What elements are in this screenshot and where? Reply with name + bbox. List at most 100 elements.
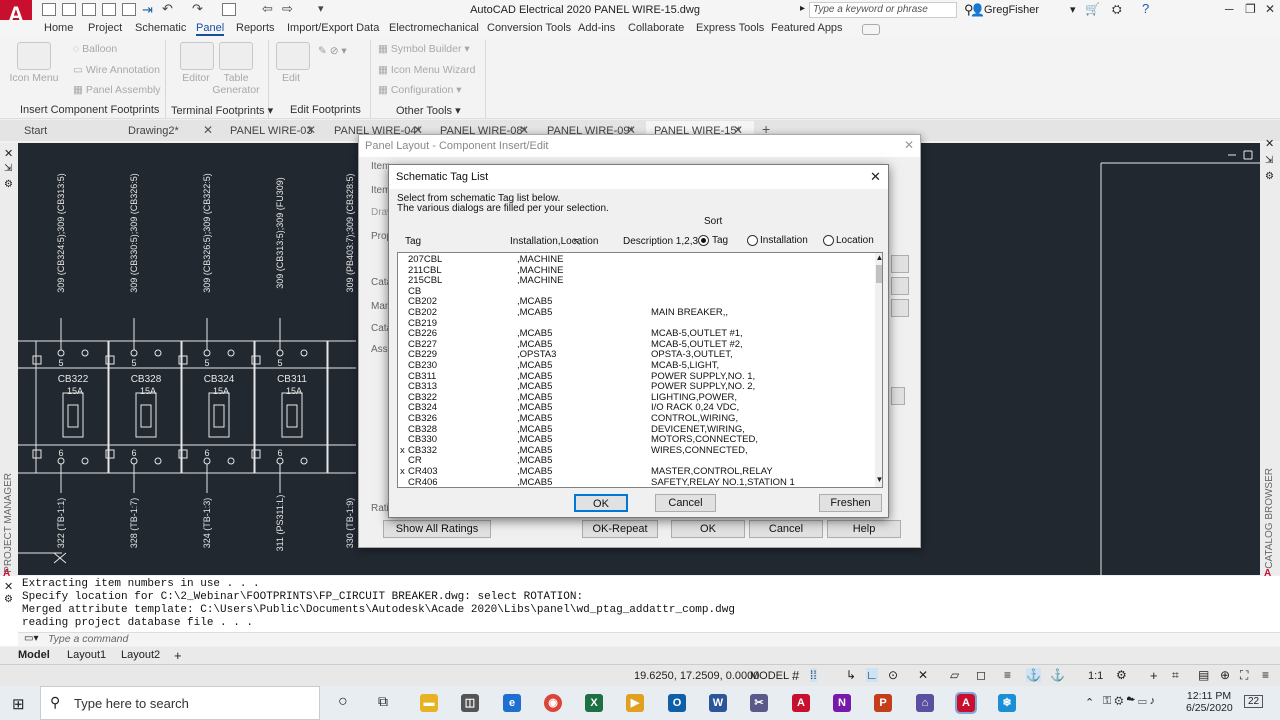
workspace-gear-icon[interactable]: ⚙ bbox=[1116, 668, 1127, 682]
open-file-icon[interactable] bbox=[62, 3, 76, 16]
tab-collaborate[interactable]: Collaborate bbox=[628, 22, 684, 34]
notification-badge[interactable]: 22 bbox=[1244, 695, 1264, 708]
tray-icons[interactable]: ⚿ ⚙ ☁ ▭ ♪ bbox=[1103, 695, 1155, 708]
parent-help-button[interactable]: Help bbox=[827, 520, 901, 538]
isolate-icon[interactable]: ⊕ bbox=[1220, 668, 1230, 682]
column-header-installation-location[interactable]: Installation,Location bbox=[510, 236, 598, 247]
polar-icon[interactable]: ⊙ bbox=[888, 668, 898, 682]
panel-label-edit-footprints[interactable]: Edit Footprints bbox=[290, 104, 361, 116]
tag-list-row[interactable]: CB311 ,MCAB5 POWER SUPPLY,NO. 1, bbox=[398, 371, 868, 383]
annotation-scale[interactable]: 1:1 bbox=[1088, 670, 1103, 682]
palette-settings-icon[interactable]: ⚙ bbox=[4, 179, 13, 190]
tag-ok-button[interactable]: OK bbox=[574, 494, 628, 512]
close-window-button[interactable]: ✕ bbox=[1265, 2, 1275, 16]
cloud-open-icon[interactable] bbox=[122, 3, 136, 16]
parent-field[interactable] bbox=[891, 255, 909, 273]
file-tab-start[interactable]: Start bbox=[16, 121, 116, 140]
sort-installation-radio[interactable] bbox=[747, 235, 758, 246]
infer-icon[interactable]: ↳ bbox=[846, 668, 856, 682]
palette-close-icon[interactable]: ✕ bbox=[1265, 137, 1274, 150]
units-icon[interactable]: ⌗ bbox=[1172, 668, 1179, 683]
command-prompt-icon[interactable]: ▭▾ bbox=[24, 633, 38, 644]
a360-icon[interactable]: ⛭ bbox=[1112, 2, 1122, 17]
layout-tab-layout2[interactable]: Layout2 bbox=[121, 649, 160, 661]
command-close-icon[interactable]: ✕ bbox=[4, 580, 13, 593]
teams-icon[interactable]: ⌂ bbox=[916, 694, 934, 712]
tab-electromechanical[interactable]: Electromechanical bbox=[389, 22, 479, 34]
coordinates-readout[interactable]: 19.6250, 17.2509, 0.0000 bbox=[634, 670, 759, 682]
forward-icon[interactable]: ⇨ bbox=[282, 1, 293, 17]
autocad-taskbar-icon[interactable]: A bbox=[955, 692, 977, 714]
outlook-icon[interactable]: O bbox=[668, 694, 686, 712]
tag-list-row[interactable]: CB219 bbox=[398, 318, 868, 330]
quick-properties-icon[interactable]: ▤ bbox=[1198, 668, 1209, 682]
tab-import-export-data[interactable]: Import/Export Data bbox=[287, 22, 379, 34]
task-view-icon[interactable]: ⧉ bbox=[378, 693, 388, 710]
annotation-visibility-icon[interactable]: ⚓ bbox=[1026, 668, 1041, 682]
tag-list-row[interactable]: CB202 ,MCAB5 MAIN BREAKER,, bbox=[398, 307, 868, 319]
scroll-thumb[interactable] bbox=[876, 265, 882, 283]
panel-label-other-tools[interactable]: Other Tools ▾ bbox=[396, 104, 461, 117]
save-icon[interactable] bbox=[82, 3, 96, 16]
tag-list-row[interactable]: CB313 ,MCAB5 POWER SUPPLY,NO. 2, bbox=[398, 382, 868, 393]
tag-list-row[interactable]: 215CBL ,MACHINE bbox=[398, 276, 868, 287]
catalog-browser-label[interactable]: CATALOG BROWSER bbox=[1264, 468, 1275, 569]
editor-button[interactable]: Editor bbox=[178, 72, 214, 84]
save-as-icon[interactable] bbox=[102, 3, 116, 16]
undo-icon[interactable]: ↶ bbox=[162, 1, 173, 17]
icon-menu-button[interactable]: Icon Menu bbox=[8, 72, 60, 84]
tab-conversion-tools[interactable]: Conversion Tools bbox=[487, 22, 571, 34]
media-icon[interactable]: ▶ bbox=[626, 694, 644, 712]
user-dropdown-icon[interactable]: ▾ bbox=[1070, 3, 1076, 16]
parent-close-icon[interactable]: ✕ bbox=[904, 138, 914, 152]
tab-express-tools[interactable]: Express Tools bbox=[696, 22, 764, 34]
close-tab-icon[interactable]: ✕ bbox=[306, 123, 316, 137]
store-icon[interactable]: ◫ bbox=[461, 694, 479, 712]
plot-icon[interactable] bbox=[222, 3, 236, 16]
tag-list-row[interactable]: CB330 ,MCAB5 MOTORS,CONNECTED, bbox=[398, 435, 868, 446]
tag-list-row[interactable]: CB322 ,MCAB5 LIGHTING,POWER, bbox=[398, 392, 868, 404]
icon-menu-icon[interactable] bbox=[17, 42, 51, 70]
tag-list[interactable]: 207CBL ,MACHINE 211CBL ,MACHINE 215CBL ,MACHI… bbox=[397, 252, 883, 488]
tag-list-row[interactable]: x CB332 ,MCAB5 WIRES,CONNECTED, bbox=[398, 445, 868, 457]
tag-list-row[interactable]: CB226 ,MCAB5 MCAB-5,OUTLET #1, bbox=[398, 329, 868, 340]
table-generator-icon[interactable] bbox=[219, 42, 253, 70]
grid-icon[interactable]: # bbox=[792, 668, 799, 683]
cart-icon[interactable]: 🛒 bbox=[1085, 2, 1100, 16]
annotation-monitor-icon[interactable]: + bbox=[1150, 668, 1158, 683]
symbol-builder-button[interactable]: ▦ Symbol Builder ▾ bbox=[378, 43, 470, 55]
tab-add-ins[interactable]: Add-ins bbox=[578, 22, 615, 34]
file-explorer-icon[interactable]: ▬ bbox=[420, 694, 438, 712]
qat-dropdown-icon[interactable]: ▾ bbox=[318, 2, 324, 15]
palette-pin-icon[interactable]: ⇲ bbox=[4, 163, 12, 174]
tab-panel[interactable]: Panel bbox=[196, 22, 225, 36]
taskbar-search-input[interactable]: Type here to search bbox=[40, 686, 320, 720]
user-name[interactable]: GregFisher bbox=[984, 4, 1039, 16]
tag-list-row[interactable]: CB202 ,MCAB5 bbox=[398, 297, 868, 308]
tag-list-row[interactable]: CR406 ,MCAB5 SAFETY,RELAY NO.1,STATION 1 bbox=[398, 477, 868, 487]
ortho-icon[interactable]: ∟ bbox=[866, 668, 878, 682]
editor-icon[interactable] bbox=[180, 42, 214, 70]
tag-list-row[interactable]: CB229 ,OPSTA3 OPSTA-3,OUTLET, bbox=[398, 350, 868, 361]
scroll-down-icon[interactable]: ▼ bbox=[875, 475, 882, 485]
sort-tag-radio[interactable] bbox=[698, 235, 709, 246]
restore-button[interactable]: ❐ bbox=[1245, 2, 1256, 16]
edit-tools-icons[interactable]: ✎ ⊘ ▾ bbox=[318, 45, 347, 57]
tag-list-row[interactable]: x CR403 ,MCAB5 MASTER,CONTROL,RELAY bbox=[398, 466, 868, 478]
edit-button[interactable]: Edit bbox=[276, 72, 306, 84]
new-file-icon[interactable] bbox=[42, 3, 56, 16]
tag-list-row[interactable]: CB328 ,MCAB5 DEVICENET,WIRING, bbox=[398, 424, 868, 436]
column-header-description[interactable]: Description 1,2,3 bbox=[623, 236, 698, 247]
parent-ok-button[interactable]: OK bbox=[671, 520, 745, 538]
ribbon-options-icon[interactable] bbox=[862, 24, 880, 35]
windows-start-icon[interactable]: ⊞ bbox=[12, 695, 25, 713]
tab-schematic[interactable]: Schematic bbox=[135, 22, 186, 34]
panel-label-insert-component-footprints[interactable]: Insert Component Footprints bbox=[20, 104, 159, 116]
close-tab-icon[interactable]: ✕ bbox=[203, 123, 213, 137]
ok-repeat-button[interactable]: OK-Repeat bbox=[582, 520, 658, 538]
cortana-icon[interactable]: ○ bbox=[338, 693, 348, 711]
panel-label-terminal-footprints[interactable]: Terminal Footprints ▾ bbox=[171, 104, 273, 117]
palette-close-icon[interactable]: ✕ bbox=[4, 147, 13, 160]
tag-list-row[interactable]: 211CBL ,MACHINE bbox=[398, 265, 868, 277]
layout-tab-layout1[interactable]: Layout1 bbox=[67, 649, 106, 661]
